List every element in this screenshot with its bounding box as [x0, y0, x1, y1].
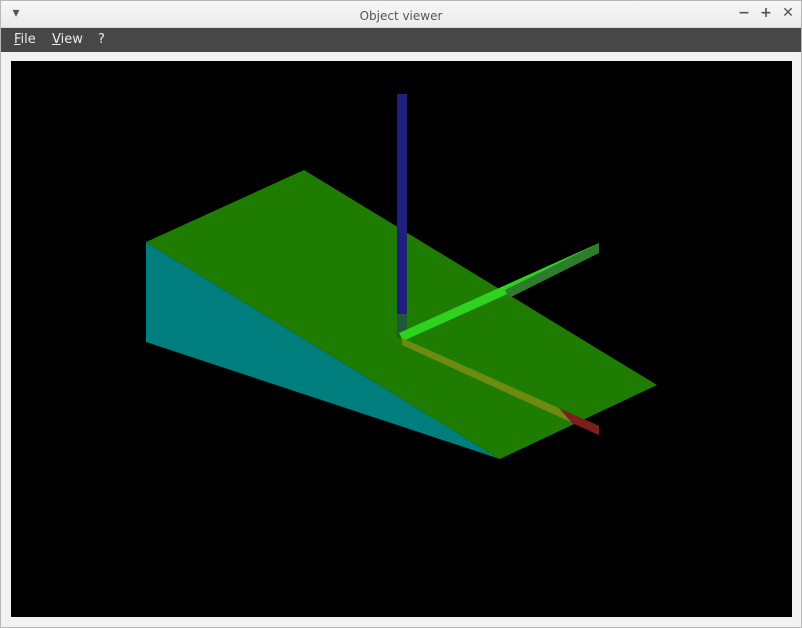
minimize-icon[interactable]: − — [735, 4, 753, 22]
menu-view-label: iew — [60, 32, 83, 47]
menu-view-mnemonic: V — [52, 32, 61, 47]
scene-svg — [11, 61, 792, 617]
menu-help[interactable]: ? — [97, 28, 106, 52]
menu-view[interactable]: View — [51, 28, 84, 52]
menu-file[interactable]: File — [13, 28, 37, 52]
titlebar[interactable]: ▾ Object viewer − + ✕ — [1, 1, 801, 28]
axis-z — [397, 94, 407, 314]
3d-viewport[interactable] — [11, 61, 792, 617]
app-window: ▾ Object viewer − + ✕ File View ? — [0, 0, 802, 628]
maximize-icon[interactable]: + — [757, 4, 775, 22]
window-title: Object viewer — [359, 9, 443, 23]
menu-file-label: ile — [20, 32, 36, 47]
menu-help-label: ? — [98, 32, 105, 47]
menubar: File View ? — [1, 28, 801, 52]
close-icon[interactable]: ✕ — [779, 4, 797, 22]
